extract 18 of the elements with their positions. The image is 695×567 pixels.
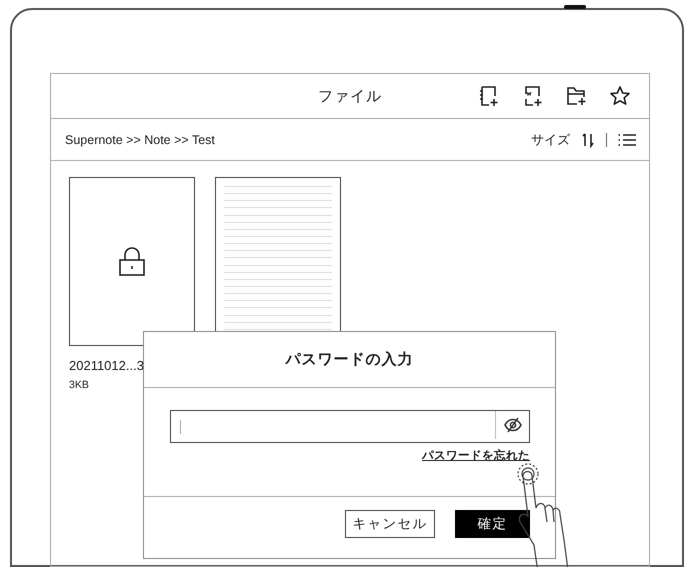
forgot-password-link[interactable]: パスワードを忘れた: [422, 448, 530, 463]
locked-file-thumbnail[interactable]: [69, 177, 195, 346]
star-icon[interactable]: [609, 85, 631, 107]
list-view-icon[interactable]: [617, 132, 637, 148]
breadcrumb-path[interactable]: Supernote >> Note >> Test: [65, 132, 215, 146]
lock-icon: [117, 246, 147, 278]
sort-label[interactable]: サイズ: [531, 130, 570, 148]
screen-title: ファイル: [318, 86, 382, 106]
dialog-title: パスワードの入力: [286, 350, 414, 369]
confirm-button[interactable]: 確定: [455, 510, 530, 538]
file-name: 20211012...3: [69, 358, 145, 373]
cancel-button[interactable]: キャンセル: [345, 510, 435, 538]
new-folder-icon[interactable]: [565, 84, 587, 108]
file-size: 3KB: [69, 379, 90, 391]
password-field[interactable]: [170, 410, 530, 443]
new-note-icon[interactable]: [477, 84, 499, 108]
sort-order-icon[interactable]: [580, 132, 596, 148]
eye-slash-icon: [502, 417, 522, 433]
